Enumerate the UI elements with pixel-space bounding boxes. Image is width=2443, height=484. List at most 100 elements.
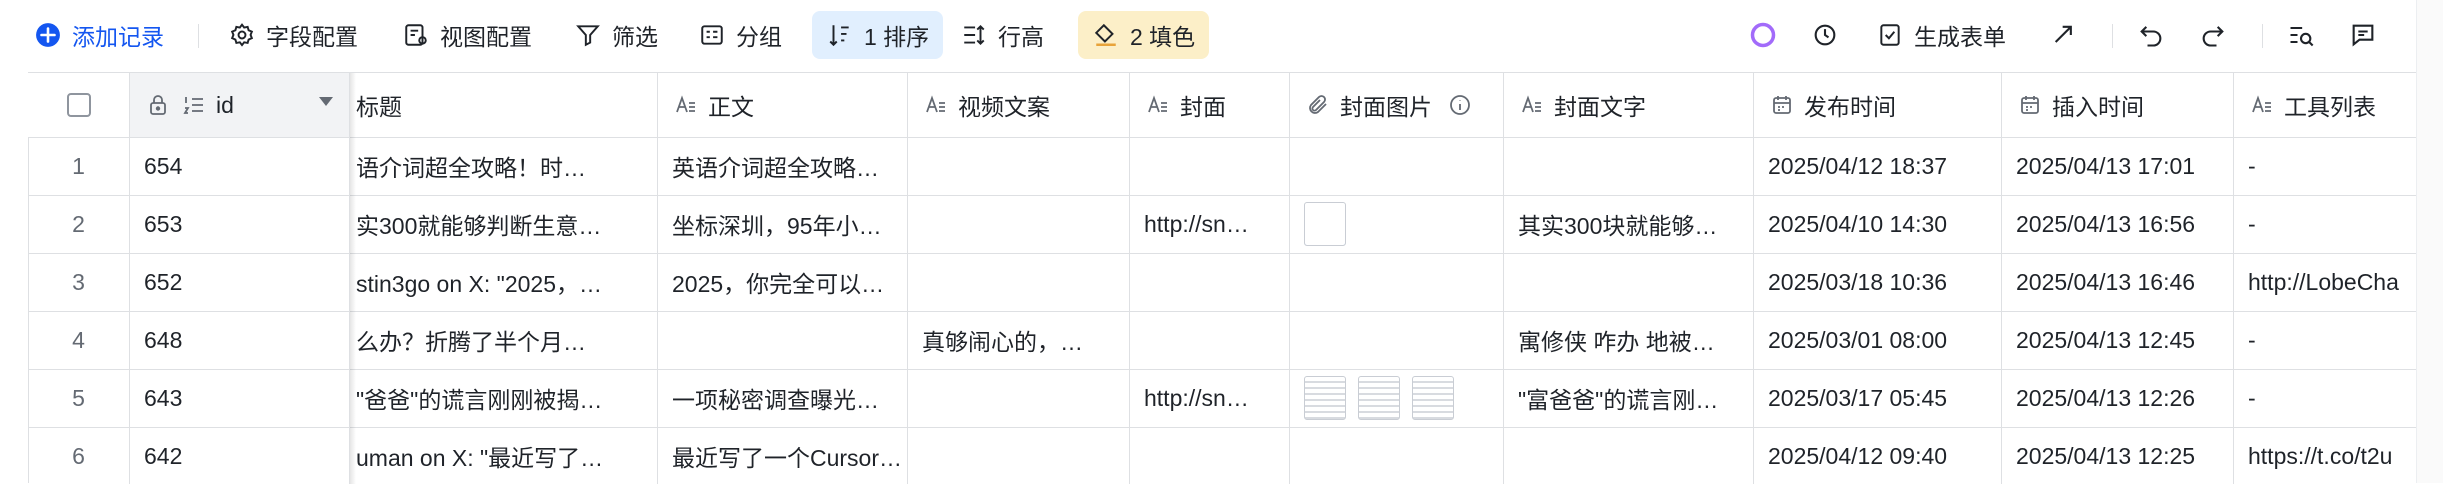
cell-body[interactable]: 英语介词超全攻略…: [658, 137, 908, 195]
cell-cover[interactable]: [1130, 427, 1290, 484]
cell-publish-time[interactable]: 2025/04/12 18:37: [1754, 137, 2002, 195]
search-records-icon[interactable]: [2284, 18, 2318, 52]
table-row[interactable]: 5 643 "爸爸"的谎言刚刚被揭… 一项秘密调查曝光… http://sn… "富爸爸"…: [28, 369, 2443, 428]
cell-cover-image[interactable]: [1290, 253, 1504, 311]
table-row[interactable]: 2 653 实300就能够判断生意… 坐标深圳，95年小… http://sn… 其实30…: [28, 195, 2443, 254]
column-header-insert-time[interactable]: 插入时间: [2002, 73, 2234, 137]
table-row[interactable]: 1 654 语介词超全攻略！时… 英语介词超全攻略… 2025/04/12 18:37 2…: [28, 137, 2443, 196]
view-config-button[interactable]: 视图配置: [402, 11, 532, 59]
column-header-id[interactable]: id: [130, 73, 350, 137]
cell-id[interactable]: 643: [130, 369, 350, 427]
cell-body[interactable]: 2025，你完全可以…: [658, 253, 908, 311]
cell-title[interactable]: "爸爸"的谎言刚刚被揭…: [350, 369, 658, 427]
cell-id[interactable]: 652: [130, 253, 350, 311]
chevron-down-icon[interactable]: [319, 97, 333, 106]
cell-insert-time[interactable]: 2025/04/13 17:01: [2002, 137, 2234, 195]
comment-icon[interactable]: [2346, 18, 2380, 52]
filter-button[interactable]: 筛选: [574, 11, 658, 59]
column-header-title[interactable]: 标题: [350, 73, 658, 137]
add-record-button[interactable]: 添加记录: [34, 11, 164, 59]
fill-color-button[interactable]: 2 填色: [1078, 11, 1210, 59]
cell-id[interactable]: 653: [130, 195, 350, 253]
cell-tool-list[interactable]: -: [2234, 195, 2443, 253]
cell-cover[interactable]: [1130, 311, 1290, 369]
cell-publish-time[interactable]: 2025/03/01 08:00: [1754, 311, 2002, 369]
column-header-cover-image[interactable]: 封面图片: [1290, 73, 1504, 137]
select-all-cell[interactable]: [28, 73, 130, 137]
cell-cover-text[interactable]: "富爸爸"的谎言刚…: [1504, 369, 1754, 427]
cell-cover-text[interactable]: [1504, 137, 1754, 195]
cover-thumbnail[interactable]: [1412, 376, 1454, 420]
cell-cover-text[interactable]: [1504, 253, 1754, 311]
cell-cover-image[interactable]: [1290, 137, 1504, 195]
cell-title[interactable]: 么办？折腾了半个月…: [350, 311, 658, 369]
column-header-tool-list[interactable]: 工具列表: [2234, 73, 2443, 137]
undo-icon[interactable]: [2134, 18, 2168, 52]
cell-video-copy[interactable]: [908, 427, 1130, 484]
table-row[interactable]: 3 652 stin3go on X: "2025，… 2025，你完全可以… 2025…: [28, 253, 2443, 312]
row-number[interactable]: 6: [28, 427, 130, 484]
cover-thumbnail[interactable]: [1304, 202, 1346, 246]
row-number[interactable]: 1: [28, 137, 130, 195]
cell-cover-image[interactable]: [1290, 195, 1504, 253]
cell-cover-image[interactable]: [1290, 369, 1504, 427]
column-header-cover-text[interactable]: 封面文字: [1504, 73, 1754, 137]
cell-video-copy[interactable]: [908, 195, 1130, 253]
row-number[interactable]: 2: [28, 195, 130, 253]
cover-thumbnail[interactable]: [1358, 376, 1400, 420]
row-number[interactable]: 4: [28, 311, 130, 369]
cell-video-copy[interactable]: 真够闹心的，…: [908, 311, 1130, 369]
cell-cover-text[interactable]: [1504, 427, 1754, 484]
cell-cover-text[interactable]: 其实300块就能够…: [1504, 195, 1754, 253]
vertical-scrollbar[interactable]: [2416, 0, 2443, 483]
column-header-body[interactable]: 正文: [658, 73, 908, 137]
cell-title[interactable]: stin3go on X: "2025，…: [350, 253, 658, 311]
cell-publish-time[interactable]: 2025/03/17 05:45: [1754, 369, 2002, 427]
column-header-cover[interactable]: 封面: [1130, 73, 1290, 137]
history-icon[interactable]: [1808, 18, 1842, 52]
cell-title[interactable]: 实300就能够判断生意…: [350, 195, 658, 253]
cell-tool-list[interactable]: -: [2234, 369, 2443, 427]
cell-insert-time[interactable]: 2025/04/13 16:46: [2002, 253, 2234, 311]
cell-video-copy[interactable]: [908, 137, 1130, 195]
cell-tool-list[interactable]: http://LobeCha: [2234, 253, 2443, 311]
cell-cover-text[interactable]: 寓修侠 咋办 地被…: [1504, 311, 1754, 369]
column-header-publish-time[interactable]: 发布时间: [1754, 73, 2002, 137]
cell-id[interactable]: 642: [130, 427, 350, 484]
cell-cover[interactable]: http://sn…: [1130, 369, 1290, 427]
share-icon[interactable]: [2048, 18, 2082, 52]
ai-assistant-icon[interactable]: [1746, 18, 1780, 52]
group-button[interactable]: 分组: [698, 11, 782, 59]
cell-cover[interactable]: http://sn…: [1130, 195, 1290, 253]
row-number[interactable]: 3: [28, 253, 130, 311]
cell-body[interactable]: 坐标深圳，95年小…: [658, 195, 908, 253]
cell-tool-list[interactable]: -: [2234, 311, 2443, 369]
cell-insert-time[interactable]: 2025/04/13 12:25: [2002, 427, 2234, 484]
cell-video-copy[interactable]: [908, 253, 1130, 311]
info-icon[interactable]: [1446, 91, 1474, 119]
select-all-checkbox[interactable]: [66, 93, 91, 117]
field-config-button[interactable]: 字段配置: [228, 11, 358, 59]
cell-insert-time[interactable]: 2025/04/13 12:45: [2002, 311, 2234, 369]
row-number[interactable]: 5: [28, 369, 130, 427]
cell-publish-time[interactable]: 2025/03/18 10:36: [1754, 253, 2002, 311]
cover-thumbnail[interactable]: [1304, 376, 1346, 420]
cell-title[interactable]: uman on X: "最近写了…: [350, 427, 658, 484]
cell-id[interactable]: 648: [130, 311, 350, 369]
cell-title[interactable]: 语介词超全攻略！时…: [350, 137, 658, 195]
redo-icon[interactable]: [2196, 18, 2230, 52]
cell-video-copy[interactable]: [908, 369, 1130, 427]
cell-cover-image[interactable]: [1290, 311, 1504, 369]
cell-publish-time[interactable]: 2025/04/12 09:40: [1754, 427, 2002, 484]
cell-tool-list[interactable]: -: [2234, 137, 2443, 195]
generate-form-button[interactable]: 生成表单: [1876, 11, 2006, 59]
cell-cover[interactable]: [1130, 137, 1290, 195]
cell-tool-list[interactable]: https://t.co/t2u: [2234, 427, 2443, 484]
cell-insert-time[interactable]: 2025/04/13 12:26: [2002, 369, 2234, 427]
table-row[interactable]: 4 648 么办？折腾了半个月… 真够闹心的，… 寓修侠 咋办 地被… 2025/03/0…: [28, 311, 2443, 370]
cell-publish-time[interactable]: 2025/04/10 14:30: [1754, 195, 2002, 253]
cell-body[interactable]: [658, 311, 908, 369]
column-header-video-copy[interactable]: 视频文案: [908, 73, 1130, 137]
table-row[interactable]: 6 642 uman on X: "最近写了… 最近写了一个Cursor… 2025/0…: [28, 427, 2443, 484]
cell-id[interactable]: 654: [130, 137, 350, 195]
